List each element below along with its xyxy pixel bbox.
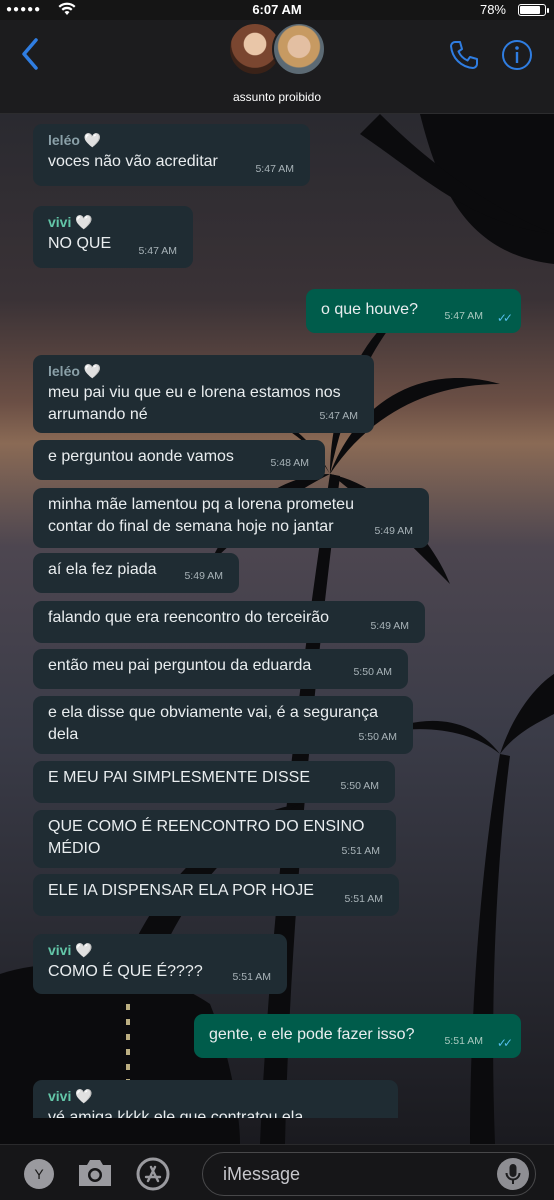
message-time: 5:51 AM [341, 845, 380, 857]
message-text: QUE COMO É REENCONTRO DO ENSINO MÉDIO [48, 818, 365, 857]
message-text: e ela disse que obviamente vai, é a segu… [48, 704, 378, 743]
avatar[interactable]: Y [24, 1159, 54, 1189]
message-text: falando que era reencontro do terceirão [48, 609, 330, 626]
input-placeholder: iMessage [223, 1164, 301, 1184]
heart-emoji: 🤍 [75, 1088, 93, 1104]
battery-percentage: 78% [479, 2, 506, 17]
message-bubble[interactable]: E MEU PAI SIMPLESMENTE DISSE 5:50 AM [33, 761, 395, 803]
message-bubble[interactable]: minha mãe lamentou pq a lorena prometeu … [33, 488, 429, 548]
heart-emoji: 🤍 [75, 214, 93, 230]
message-bubble[interactable]: vivi 🤍 COMO É QUE É???? 5:51 AM [33, 934, 287, 994]
message-bubble[interactable]: leléo 🤍 voces não vão acreditar 5:47 AM [33, 124, 310, 186]
sender-name: vivi [48, 214, 72, 230]
message-bubble[interactable]: vivi 🤍 NO QUE 5:47 AM [33, 206, 193, 268]
message-bubble[interactable]: e perguntou aonde vamos 5:48 AM [33, 440, 325, 480]
message-text: E MEU PAI SIMPLESMENTE DISSE [48, 769, 310, 786]
sender-name: vivi [48, 942, 72, 958]
message-text: minha mãe lamentou pq a lorena prometeu … [48, 496, 354, 535]
read-receipt-icon: ✓✓ [496, 311, 513, 325]
message-bubble[interactable]: falando que era reencontro do terceirão … [33, 601, 425, 643]
message-bubble-outgoing[interactable]: o que houve? 5:47 AM ✓✓ [306, 289, 521, 333]
message-time: 5:51 AM [232, 971, 271, 983]
camera-icon[interactable] [76, 1157, 114, 1189]
message-bubble[interactable]: QUE COMO É REENCONTRO DO ENSINO MÉDIO 5:… [33, 810, 396, 868]
message-time: 5:49 AM [184, 570, 223, 582]
back-chevron-icon[interactable] [18, 36, 42, 72]
heart-emoji: 🤍 [83, 132, 102, 148]
message-input-bar: Y iMessage [0, 1144, 554, 1200]
message-time: 5:47 AM [319, 410, 358, 422]
message-time: 5:50 AM [340, 780, 379, 792]
group-avatars[interactable] [228, 20, 328, 80]
message-time: 5:51 AM [444, 1035, 483, 1047]
message-bubble[interactable]: e ela disse que obviamente vai, é a segu… [33, 696, 413, 754]
message-bubble[interactable]: vivi 🤍 vé amiga kkkk ele que contratou e… [33, 1080, 398, 1118]
message-time: 5:47 AM [255, 163, 294, 175]
heart-emoji: 🤍 [83, 363, 102, 379]
app-store-icon[interactable] [136, 1157, 170, 1191]
message-bubble[interactable]: então meu pai perguntou da eduarda 5:50 … [33, 649, 408, 689]
message-text: vé amiga kkkk ele que contratou ela [48, 1109, 304, 1118]
read-receipt-icon: ✓✓ [496, 1036, 513, 1050]
message-text: então meu pai perguntou da eduarda [48, 657, 312, 674]
message-input[interactable]: iMessage [202, 1152, 536, 1196]
message-bubble[interactable]: ELE IA DISPENSAR ELA POR HOJE 5:51 AM [33, 874, 399, 916]
message-bubble-outgoing[interactable]: gente, e ele pode fazer isso? 5:51 AM ✓✓ [194, 1014, 521, 1058]
message-time: 5:50 AM [353, 666, 392, 678]
info-icon[interactable] [500, 38, 534, 72]
sender-name: vivi [48, 1088, 72, 1104]
message-bubble[interactable]: leléo 🤍 meu pai viu que eu e lorena esta… [33, 355, 374, 433]
heart-emoji: 🤍 [75, 942, 93, 958]
sender-name: leléo [48, 363, 80, 379]
message-time: 5:51 AM [344, 893, 383, 905]
message-time: 5:50 AM [358, 731, 397, 743]
status-bar: ●●●●● 6:07 AM 78% [0, 0, 554, 20]
conversation-header: assunto proibido [0, 20, 554, 114]
group-name[interactable]: assunto proibido [0, 90, 554, 104]
battery-icon [518, 4, 549, 16]
message-text: meu pai viu que eu e lorena estamos nos … [48, 384, 341, 423]
message-time: 5:49 AM [370, 620, 409, 632]
message-bubble[interactable]: aí ela fez piada 5:49 AM [33, 553, 239, 593]
phone-icon[interactable] [447, 38, 481, 72]
message-time: 5:47 AM [444, 310, 483, 322]
sender-name: leléo [48, 132, 80, 148]
avatar [272, 22, 326, 76]
message-time: 5:48 AM [270, 457, 309, 469]
message-time: 5:47 AM [138, 245, 177, 257]
message-time: 5:49 AM [374, 525, 413, 537]
microphone-icon[interactable] [497, 1158, 529, 1190]
clock: 6:07 AM [252, 2, 302, 17]
message-list[interactable]: leléo 🤍 voces não vão acreditar 5:47 AM … [0, 114, 554, 1118]
message-text: ELE IA DISPENSAR ELA POR HOJE [48, 882, 314, 899]
